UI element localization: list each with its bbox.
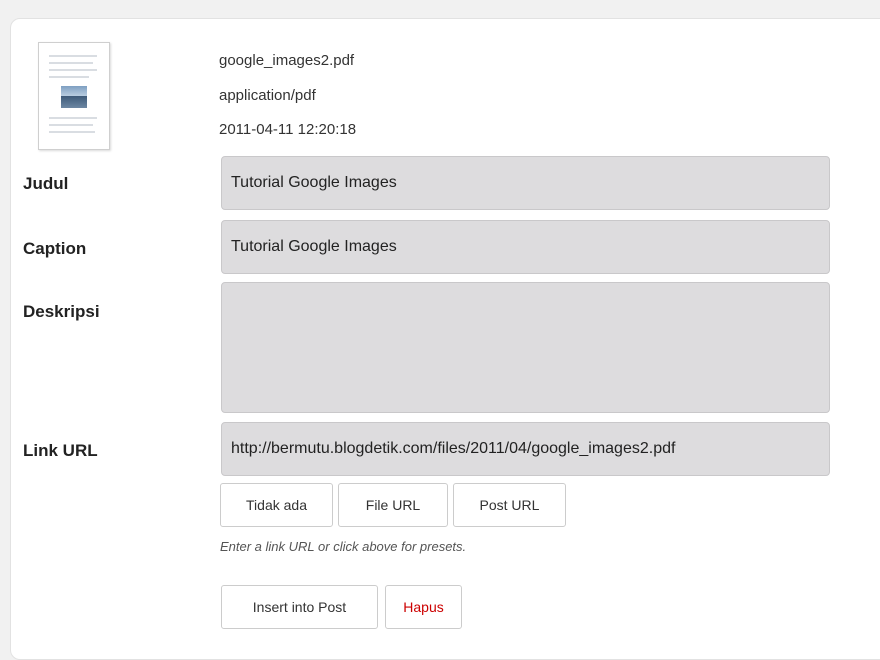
thumbnail-text-line: [49, 124, 93, 126]
thumbnail-image: [61, 86, 87, 108]
thumbnail-text-line: [49, 55, 97, 57]
link-file-url-button[interactable]: File URL: [338, 483, 448, 527]
file-upload-date: 2011-04-11 12:20:18: [219, 121, 357, 138]
deskripsi-label: Deskripsi: [23, 302, 100, 321]
thumbnail-text-line: [49, 69, 97, 71]
thumbnail-text-line: [49, 62, 93, 64]
thumbnail-text-line: [49, 117, 97, 119]
caption-input-value: Tutorial Google Images: [231, 238, 397, 255]
file-name: google_images2.pdf: [219, 52, 355, 69]
link-url-hint: Enter a link URL or click above for pres…: [220, 539, 467, 554]
link-url-label: Link URL: [23, 441, 98, 460]
thumbnail-text-line: [49, 131, 95, 133]
link-url-input-value: http://bermutu.blogdetik.com/files/2011/…: [231, 440, 676, 457]
judul-input[interactable]: Tutorial Google Images: [221, 156, 830, 210]
link-post-url-button[interactable]: Post URL: [453, 483, 566, 527]
caption-input[interactable]: Tutorial Google Images: [221, 220, 830, 274]
document-thumbnail: [38, 42, 110, 150]
caption-label: Caption: [23, 239, 87, 258]
link-url-input[interactable]: http://bermutu.blogdetik.com/files/2011/…: [221, 422, 830, 476]
judul-label: Judul: [23, 174, 69, 193]
thumbnail-text-line: [49, 76, 89, 78]
link-none-button[interactable]: Tidak ada: [220, 483, 333, 527]
delete-button[interactable]: Hapus: [385, 585, 462, 629]
deskripsi-textarea[interactable]: [221, 282, 830, 413]
file-mime-type: application/pdf: [219, 87, 316, 104]
judul-input-value: Tutorial Google Images: [231, 174, 397, 191]
insert-into-post-button[interactable]: Insert into Post: [221, 585, 378, 629]
